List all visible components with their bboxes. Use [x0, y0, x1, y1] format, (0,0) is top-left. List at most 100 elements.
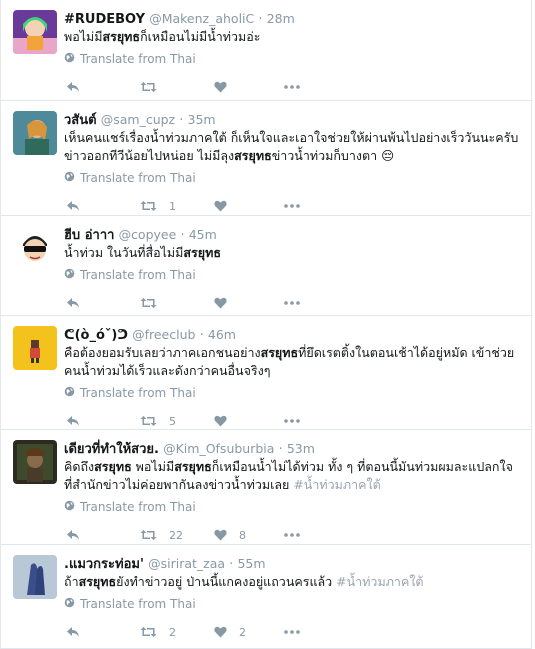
like-button[interactable] [214, 200, 239, 212]
translate-label: Translate from Thai [80, 268, 196, 282]
translate-label: Translate from Thai [80, 171, 196, 185]
tweet-actions [66, 77, 306, 97]
retweet-icon [140, 200, 157, 212]
timestamp[interactable]: 45m [189, 227, 217, 242]
separator-dot: · [199, 328, 204, 343]
tweet-text-segment: น้ำท่วม ในวันที่สื่อไม่มี [64, 245, 184, 260]
translate-label: Translate from Thai [80, 500, 196, 514]
avatar[interactable] [13, 326, 57, 370]
more-button[interactable] [284, 204, 300, 208]
tweet[interactable]: วสันต์ @sam_cupz · 35m เห็นคนแชร์เรื่องน… [1, 101, 531, 216]
reply-icon [66, 415, 80, 427]
avatar[interactable] [13, 226, 57, 270]
timeline-right-border [531, 0, 532, 649]
tweet[interactable]: ฮีบ อ่าาา @copyee · 45m น้ำท่วม ในวันที่… [1, 216, 531, 316]
username-handle[interactable]: @freeclub [132, 327, 195, 342]
retweet-button[interactable]: 2 [140, 626, 176, 639]
tweet-actions [66, 293, 306, 313]
globe-icon [64, 171, 80, 185]
retweet-button[interactable]: 5 [140, 415, 176, 428]
timestamp[interactable]: 55m [237, 556, 265, 571]
heart-icon [214, 81, 227, 93]
avatar[interactable] [13, 555, 57, 599]
display-name[interactable]: วสันต์ [64, 113, 97, 128]
reply-button[interactable] [66, 415, 80, 427]
heart-icon [214, 200, 227, 212]
like-button[interactable]: 2 [214, 626, 246, 639]
avatar[interactable] [13, 440, 57, 484]
reply-button[interactable] [66, 529, 80, 541]
reply-icon [66, 626, 80, 638]
tweet[interactable]: #RUDEBOY @Makenz_aholiC · 28m พอไม่มีสรย… [1, 0, 531, 101]
reply-button[interactable] [66, 200, 80, 212]
tweet-text-segment: พอไม่มี [64, 29, 103, 44]
display-name[interactable]: ᕦ(ò_óˇ)ᕤ [64, 328, 128, 343]
reply-button[interactable] [66, 81, 80, 93]
avatar[interactable] [13, 111, 57, 155]
tweet-text: ถ้าสรยุทธยังทำข่าวอยู่ ป่านนี้แกคงอยู่แถ… [64, 573, 521, 591]
translate-link[interactable]: Translate from Thai [64, 386, 196, 400]
timestamp[interactable]: 28m [267, 11, 295, 26]
retweet-count: 2 [169, 625, 176, 639]
more-button[interactable] [284, 533, 300, 537]
retweet-count: 22 [169, 528, 183, 542]
tweet-actions: 5 [66, 411, 306, 431]
tweet-text-segment: ข่าวน้ำท่วมก็บางตา 😔 [271, 148, 395, 163]
like-button[interactable] [214, 297, 239, 309]
display-name[interactable]: .แมวกระท่อม' [64, 557, 144, 572]
highlighted-keyword: สรยุทธ [174, 459, 212, 474]
display-name[interactable]: ฮีบ อ่าาา [64, 228, 114, 243]
timestamp[interactable]: 35m [188, 112, 216, 127]
more-icon [284, 533, 300, 537]
avatar[interactable] [13, 10, 57, 54]
translate-link[interactable]: Translate from Thai [64, 268, 196, 282]
more-button[interactable] [284, 630, 300, 634]
display-name[interactable]: เดียวที่ทำให้สวย. [64, 442, 159, 457]
translate-link[interactable]: Translate from Thai [64, 52, 196, 66]
like-button[interactable] [214, 81, 239, 93]
more-button[interactable] [284, 419, 300, 423]
reply-icon [66, 529, 80, 541]
translate-link[interactable]: Translate from Thai [64, 500, 196, 514]
tweet[interactable]: เดียวที่ทำให้สวย. @Kim_Ofsuburbia · 53m … [1, 430, 531, 545]
username-handle[interactable]: @Kim_Ofsuburbia [163, 441, 274, 456]
globe-icon [64, 500, 80, 514]
retweet-button[interactable]: 22 [140, 529, 183, 542]
translate-link[interactable]: Translate from Thai [64, 597, 196, 611]
tweet[interactable]: .แมวกระท่อม' @sirirat_zaa · 55m ถ้าสรยุท… [1, 545, 531, 649]
more-icon [284, 204, 300, 208]
like-button[interactable]: 8 [214, 529, 246, 542]
more-button[interactable] [284, 301, 300, 305]
highlighted-keyword: สรยุทธ [183, 245, 221, 260]
more-button[interactable] [284, 85, 300, 89]
tweet-header: #RUDEBOY @Makenz_aholiC · 28m [64, 10, 295, 29]
retweet-button[interactable] [140, 81, 169, 93]
tweet[interactable]: ᕦ(ò_óˇ)ᕤ @freeclub · 46m คือต้องยอมรับเล… [1, 316, 531, 430]
username-handle[interactable]: @sam_cupz [101, 112, 175, 127]
tweet-text: พอไม่มีสรยุทธก็เหมือนไม่มีน้ำท่วมอ่ะ [64, 28, 521, 46]
translate-link[interactable]: Translate from Thai [64, 171, 196, 185]
timestamp[interactable]: 46m [208, 327, 236, 342]
tweet-text: คือต้องยอมรับเลยว่าภาคเอกชนอย่างสรยุทธที… [64, 344, 521, 380]
timestamp[interactable]: 53m [287, 441, 315, 456]
hashtag-link[interactable]: #น้ำท่วมภาคใต้ [336, 574, 423, 589]
reply-button[interactable] [66, 626, 80, 638]
display-name[interactable]: #RUDEBOY [64, 12, 145, 27]
like-count: 8 [239, 528, 246, 542]
reply-button[interactable] [66, 297, 80, 309]
heart-icon [214, 529, 227, 541]
heart-icon [214, 415, 227, 427]
username-handle[interactable]: @copyee [119, 227, 177, 242]
tweet-text-segment: ยังทำข่าวอยู่ ป่านนี้แกคงอยู่แถวนครแล้ว [116, 574, 337, 589]
globe-icon [64, 268, 80, 282]
like-count: 2 [239, 625, 246, 639]
like-button[interactable] [214, 415, 239, 427]
retweet-icon [140, 297, 157, 309]
tweet-text-segment: ถ้า [64, 574, 79, 589]
heart-icon [214, 297, 227, 309]
username-handle[interactable]: @sirirat_zaa [148, 556, 225, 571]
hashtag-link[interactable]: #น้ำท่วมภาคใต้ [293, 477, 380, 492]
retweet-button[interactable]: 1 [140, 200, 176, 213]
username-handle[interactable]: @Makenz_aholiC [149, 11, 254, 26]
retweet-button[interactable] [140, 297, 169, 309]
